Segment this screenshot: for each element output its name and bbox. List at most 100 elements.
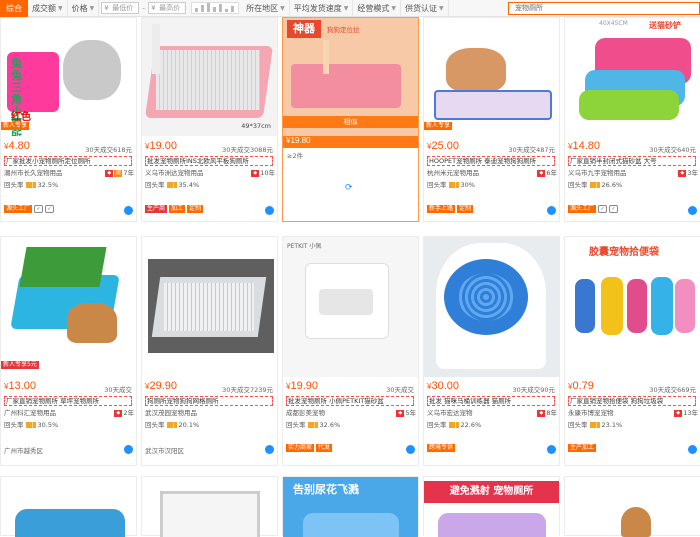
service-tag: 生产商 [145, 205, 168, 213]
product-image[interactable]: 49*37cm [142, 18, 277, 136]
product-card[interactable]: 胶囊宠物拾便袋 ¥0.79 30天成交669元 厂家直销宠物拾便袋 狗狗垃圾袋 … [564, 236, 700, 466]
aliwangwang-icon[interactable] [265, 206, 274, 215]
product-card[interactable]: 新人专享5元 ¥13.00 30天成交 厂家直销宠物厕所 草坪宠物厕所 广州科汇… [0, 236, 137, 466]
shield-icon: ✓ [34, 205, 44, 213]
product-image[interactable] [142, 237, 277, 377]
find-similar-button[interactable]: 相似 [283, 116, 418, 128]
product-title[interactable]: 厂家批发小宠物厕所定位厕所 [4, 156, 132, 166]
diamond-icon: ◆ [674, 410, 683, 417]
product-card[interactable] [141, 476, 278, 537]
sales-volume: 30天成交90元 [512, 386, 555, 394]
shop-name[interactable]: 永康市博宠宠物 [568, 409, 614, 417]
sort-comprehensive[interactable]: 综合 [0, 0, 28, 17]
product-price: ¥30.00 [427, 380, 459, 392]
product-title[interactable]: 批发 猫咪马桶训练器 猫厕所 [427, 396, 555, 406]
shop-name[interactable]: 潮州市长久宠物用品 [4, 169, 63, 177]
shop-name[interactable]: 义乌市九宇宠物用品 [568, 169, 627, 177]
promo-badge: 新人专享 [1, 122, 30, 130]
filter-cert[interactable]: 供货认证 ▼ [401, 0, 449, 17]
shop-name[interactable]: 武汉茂园宠物用品 [145, 409, 197, 417]
product-price: ¥19.00 [145, 140, 177, 152]
product-card[interactable]: 新人专享 ¥25.00 30天成交487元 HOOPET宠物厕所 泰迪宠物狗狗厕… [423, 17, 560, 222]
price-value: 19.90 [290, 380, 318, 392]
product-image[interactable]: 新人专享5元 [1, 237, 136, 377]
aliwangwang-icon[interactable] [124, 445, 133, 454]
filter-mode[interactable]: 经营模式 ▼ [353, 0, 402, 17]
chevron-down-icon: ▼ [280, 4, 285, 12]
return-rate-label: 回头率 [286, 421, 306, 429]
shop-name[interactable]: 义乌市洲达宠物用品 [145, 169, 204, 177]
return-rate-value: 20.1% [178, 421, 200, 429]
filter-delivery[interactable]: 平均发货速度 ▼ [290, 0, 354, 17]
shop-name[interactable]: 广州科汇宠物用品 [4, 409, 56, 417]
return-rate-label: 回头率 [4, 421, 24, 429]
loading-icon: ⟳ [345, 183, 353, 193]
price-max-input[interactable]: ¥ 最高价 [148, 2, 187, 14]
aliwangwang-icon[interactable] [547, 206, 556, 215]
sort-price-label: 价格 [71, 3, 88, 13]
product-image[interactable]: 兔兔三角小厕所 红色 新人专享 [1, 18, 136, 136]
chevron-down-icon: ▼ [343, 4, 349, 12]
product-card[interactable]: ¥29.90 30天成交7239元 狗厕所宠物狗狗网格厕所 武汉茂园宠物用品 回… [141, 236, 278, 466]
product-card[interactable]: 送猫砂铲 40X45CM ¥14.80 30天成交640元 厂家直销半封闭式猫砂… [564, 17, 700, 222]
shop-name[interactable]: 成都彭美宠物 [286, 409, 325, 417]
shop-row: 杭州米元宠物用品 ◆ 6年 [427, 169, 557, 178]
aliwangwang-icon[interactable] [406, 445, 415, 454]
product-title[interactable]: 狗厕所宠物狗狗网格厕所 [145, 396, 273, 406]
product-title[interactable]: 批发宠物厕所INS北欧风平板狗厕所 [145, 156, 273, 166]
filter-region-label: 所在地区 [246, 3, 279, 13]
product-image[interactable]: 新人专享 [424, 18, 559, 136]
shop-name[interactable]: 杭州米元宠物用品 [427, 169, 479, 177]
sort-turnover[interactable]: 成交额 ▼ [28, 0, 68, 17]
product-title[interactable]: 厂家直销宠物拾便袋 狗狗垃圾袋 [568, 396, 696, 406]
image-subcaption: 红色 [11, 112, 31, 123]
product-title[interactable]: 厂家直销半封闭式猫砂盆 大号 [568, 156, 696, 166]
product-image[interactable] [424, 237, 559, 377]
price-distribution-chart[interactable] [191, 2, 240, 14]
return-rate-row: 回头率 26.6% [568, 181, 698, 190]
price-value: 19.80 [290, 136, 311, 145]
product-title[interactable]: 厂家直销宠物厕所 草坪宠物厕所 [4, 396, 132, 406]
product-image[interactable]: 送猫砂铲 40X45CM [565, 18, 700, 136]
shop-row: 义乌市宏达宠物 ◆ 8年 [427, 409, 557, 418]
search-input[interactable]: 宠物厕所 [508, 2, 700, 15]
sales-volume: 30天成交3088元 [222, 146, 273, 154]
product-card[interactable]: 告别尿花飞溅 [282, 476, 419, 537]
aliwangwang-icon[interactable] [265, 445, 274, 454]
sort-price[interactable]: 价格 ▼ [68, 0, 100, 17]
product-card[interactable] [564, 476, 700, 537]
diamond-icon: ◆ [105, 170, 114, 177]
aliwangwang-icon[interactable] [688, 445, 697, 454]
product-card[interactable]: PETKIT 小佩 ¥19.90 30天成交 批发宠物厕所 小佩PETKIT猫砂… [282, 236, 419, 466]
sales-volume: 30天成交487元 [508, 146, 555, 154]
filter-region[interactable]: 所在地区 ▼ [242, 0, 290, 17]
product-title[interactable]: HOOPET宠物厕所 泰迪宠物狗狗厕所 [427, 156, 555, 166]
sales-volume: 30天成交 [104, 386, 132, 394]
shop-name[interactable]: 义乌市宏达宠物 [427, 409, 473, 417]
product-card-hover[interactable]: 神器 狗狗定位拉 ¥19.80 ≥2件 相似 ⟳ [282, 17, 419, 222]
product-card[interactable] [0, 476, 137, 537]
service-tag: 跨境专供 [427, 444, 456, 452]
sales-volume: 30天成交640元 [649, 146, 696, 154]
product-image[interactable]: PETKIT 小佩 [283, 237, 418, 377]
service-tag: 实力商家 [286, 444, 315, 452]
product-card[interactable]: 避免溅射 宠物厕所 [423, 476, 560, 537]
product-card[interactable]: 兔兔三角小厕所 红色 新人专享 ¥4.80 30天成交618元 厂家批发小宠物厕… [0, 17, 137, 222]
price-min-input[interactable]: ¥ 最低价 [101, 2, 140, 14]
diamond-icon: ◆ [537, 170, 546, 177]
aliwangwang-icon[interactable] [124, 206, 133, 215]
return-rate-row: 回头率 23.1% [568, 421, 698, 430]
product-image[interactable]: 胶囊宠物拾便袋 [565, 237, 700, 377]
return-rate-row: 回头率 32.5% [4, 181, 134, 190]
aliwangwang-icon[interactable] [688, 206, 697, 215]
product-card[interactable]: 49*37cm ¥19.00 30天成交3088元 批发宠物厕所INS北欧风平板… [141, 17, 278, 222]
product-title[interactable]: 批发宠物厕所 小佩PETKIT猫砂盆 [286, 396, 414, 406]
return-rate-label: 回头率 [145, 421, 165, 429]
product-card[interactable]: ¥30.00 30天成交90元 批发 猫咪马桶训练器 猫厕所 义乌市宏达宠物 ◆ 8… [423, 236, 560, 466]
aliwangwang-icon[interactable] [547, 445, 556, 454]
return-rate-value: 26.6% [601, 181, 623, 189]
service-tags: 跨境专供 [427, 443, 557, 453]
product-price: ¥25.00 [427, 140, 459, 152]
shop-years: 13年 [683, 409, 698, 417]
price-max-placeholder: 最高价 [159, 4, 181, 12]
